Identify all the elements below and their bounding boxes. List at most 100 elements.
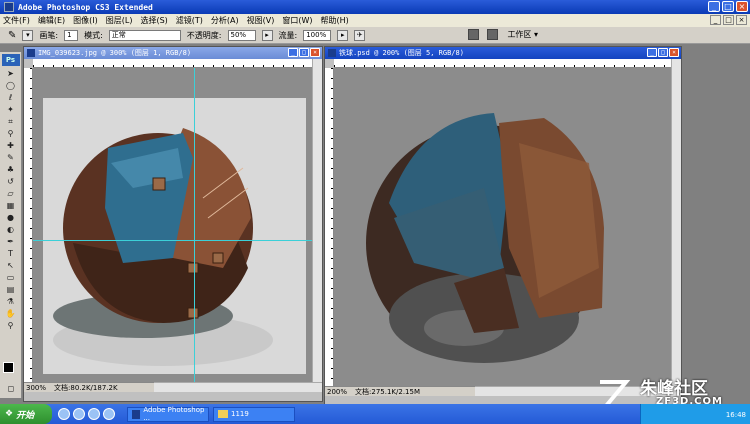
taskbar-item-photoshop[interactable]: Adobe Photoshop ... (127, 406, 209, 422)
opacity-field[interactable]: 50% (227, 29, 256, 41)
workspace-dropdown[interactable]: 工作区 ▾ (507, 29, 538, 40)
brush-size-picker[interactable]: 1 (64, 29, 79, 41)
eyedropper2-tool-icon[interactable]: ⚗ (4, 296, 18, 307)
brush-tool-icon[interactable]: ✎ (8, 30, 16, 41)
foreground-color-swatch[interactable] (3, 362, 14, 373)
document-window-1[interactable]: IMG_039623.jpg @ 300% (图层 1, RGB/8) _ □ … (23, 46, 323, 402)
menu-select[interactable]: 选择(S) (140, 15, 167, 26)
doc-close-button[interactable]: × (736, 15, 747, 25)
ps-logo: Ps (1, 54, 20, 66)
menu-analysis[interactable]: 分析(A) (211, 15, 239, 26)
doc1-title: IMG_039623.jpg @ 300% (图层 1, RGB/8) (38, 49, 192, 57)
doc2-doc-size: 文档:275.1K/2.15M (355, 387, 420, 396)
doc1-doc-size: 文档:80.2K/187.2K (54, 383, 118, 392)
doc2-zoom-level[interactable]: 200% (327, 388, 347, 396)
app-title-bar: Adobe Photoshop CS3 Extended _ □ × (0, 0, 750, 14)
doc1-horizontal-ruler[interactable] (33, 59, 312, 68)
lasso-tool-icon[interactable]: ℓ (4, 92, 18, 103)
notes-tool-icon[interactable]: ▤ (4, 284, 18, 295)
doc1-zoom-level[interactable]: 300% (26, 384, 46, 392)
doc2-title-bar[interactable]: 铁球.psd @ 200% (图层 5, RGB/8) _ □ × (325, 47, 681, 59)
show-desktop-icon[interactable] (73, 408, 85, 420)
minimize-button[interactable]: _ (708, 1, 720, 12)
history-brush-tool-icon[interactable]: ↺ (4, 176, 18, 187)
doc2-maximize-button[interactable]: □ (658, 48, 668, 57)
menu-file[interactable]: 文件(F) (3, 15, 30, 26)
blur-tool-icon[interactable]: ● (4, 212, 18, 223)
doc2-title: 铁球.psd @ 200% (图层 5, RGB/8) (339, 49, 464, 57)
type-tool-icon[interactable]: T (4, 248, 18, 259)
crop-tool-icon[interactable]: ⌗ (4, 116, 18, 127)
flow-field[interactable]: 100% (303, 29, 332, 41)
start-label: 开始 (16, 410, 35, 421)
bridge-icon[interactable] (487, 29, 498, 40)
menu-window[interactable]: 窗口(W) (282, 15, 312, 26)
system-tray: 16:48 (640, 404, 750, 424)
menu-filter[interactable]: 滤镜(T) (176, 15, 203, 26)
doc1-minimize-button[interactable]: _ (288, 48, 298, 57)
shape-tool-icon[interactable]: ▭ (4, 272, 18, 283)
move-tool-icon[interactable]: ➤ (4, 68, 18, 79)
eyedropper-tool-icon[interactable]: ⚲ (4, 128, 18, 139)
doc1-maximize-button[interactable]: □ (299, 48, 309, 57)
doc2-vertical-scrollbar[interactable] (671, 59, 681, 386)
menu-bar: 文件(F) 编辑(E) 图像(I) 图层(L) 选择(S) 滤镜(T) 分析(A… (0, 14, 750, 27)
doc-minimize-button[interactable]: _ (710, 15, 721, 25)
doc1-canvas-area[interactable] (33, 68, 312, 382)
quick-launch-icon[interactable] (103, 408, 115, 420)
doc2-close-button[interactable]: × (669, 48, 679, 57)
doc2-minimize-button[interactable]: _ (647, 48, 657, 57)
marquee-tool-icon[interactable]: ◯ (4, 80, 18, 91)
taskbar-item-folder[interactable]: 1119 (213, 406, 295, 422)
document-window-2[interactable]: 铁球.psd @ 200% (图层 5, RGB/8) _ □ × 200% 文… (324, 46, 682, 408)
tools-panel: Ps ➤ ◯ ℓ ✦ ⌗ ⚲ ✚ ✎ ♣ ↺ ▱ ▦ ● ◐ ✒ T ↖ ▭ ▤… (0, 52, 22, 398)
healing-brush-tool-icon[interactable]: ✚ (4, 140, 18, 151)
doc1-vertical-scrollbar[interactable] (312, 59, 322, 382)
media-player-icon[interactable] (88, 408, 100, 420)
doc1-horizontal-scrollbar[interactable] (154, 382, 322, 392)
menu-view[interactable]: 视图(V) (247, 15, 275, 26)
clock: 16:48 (725, 411, 746, 419)
magic-wand-tool-icon[interactable]: ✦ (4, 104, 18, 115)
tool-preset-dropdown[interactable]: ▾ (22, 29, 34, 41)
doc1-vertical-guide[interactable] (194, 68, 195, 382)
brush-tool-icon-panel[interactable]: ✎ (4, 152, 18, 163)
quick-mask-icon[interactable]: ◻ (4, 383, 18, 394)
doc1-vertical-ruler[interactable] (24, 68, 33, 382)
gradient-tool-icon[interactable]: ▦ (4, 200, 18, 211)
flow-slider-button[interactable]: ▸ (337, 29, 349, 41)
doc2-status-bar: 200% 文档:275.1K/2.15M (325, 386, 475, 396)
start-button[interactable]: ❖ 开始 (0, 404, 52, 424)
doc2-artwork-image (366, 113, 604, 363)
pen-tool-icon[interactable]: ✒ (4, 236, 18, 247)
doc-restore-button[interactable]: □ (723, 15, 734, 25)
windows-flag-icon: ❖ (5, 409, 14, 419)
hand-tool-icon[interactable]: ✋ (4, 308, 18, 319)
doc2-ps-icon (328, 49, 336, 57)
doc2-vertical-ruler[interactable] (325, 68, 334, 386)
close-button[interactable]: × (736, 1, 748, 12)
opacity-slider-button[interactable]: ▸ (261, 29, 273, 41)
taskbar: ❖ 开始 Adobe Photoshop ... 1119 16:48 (0, 404, 750, 424)
ie-icon[interactable] (58, 408, 70, 420)
options-bar: ✎ ▾ 画笔: 1 模式: 正常 不透明度: 50% ▸ 流量: 100% ▸ … (0, 27, 750, 44)
menu-image[interactable]: 图像(I) (73, 15, 98, 26)
mode-select[interactable]: 正常 (108, 29, 181, 41)
clone-stamp-tool-icon[interactable]: ♣ (4, 164, 18, 175)
menu-layer[interactable]: 图层(L) (106, 15, 133, 26)
zoom-tool-icon[interactable]: ⚲ (4, 320, 18, 331)
doc2-canvas-area[interactable] (334, 68, 671, 386)
maximize-button[interactable]: □ (722, 1, 734, 12)
path-selection-tool-icon[interactable]: ↖ (4, 260, 18, 271)
app-title: Adobe Photoshop CS3 Extended (18, 2, 153, 12)
brush-palette-icon[interactable] (468, 29, 479, 40)
menu-edit[interactable]: 编辑(E) (38, 15, 65, 26)
menu-help[interactable]: 帮助(H) (321, 15, 349, 26)
dodge-tool-icon[interactable]: ◐ (4, 224, 18, 235)
doc1-title-bar[interactable]: IMG_039623.jpg @ 300% (图层 1, RGB/8) _ □ … (24, 47, 322, 59)
doc1-horizontal-guide[interactable] (33, 240, 312, 241)
eraser-tool-icon[interactable]: ▱ (4, 188, 18, 199)
doc1-close-button[interactable]: × (310, 48, 320, 57)
doc2-horizontal-ruler[interactable] (334, 59, 671, 68)
airbrush-button[interactable]: ✈ (354, 29, 366, 41)
